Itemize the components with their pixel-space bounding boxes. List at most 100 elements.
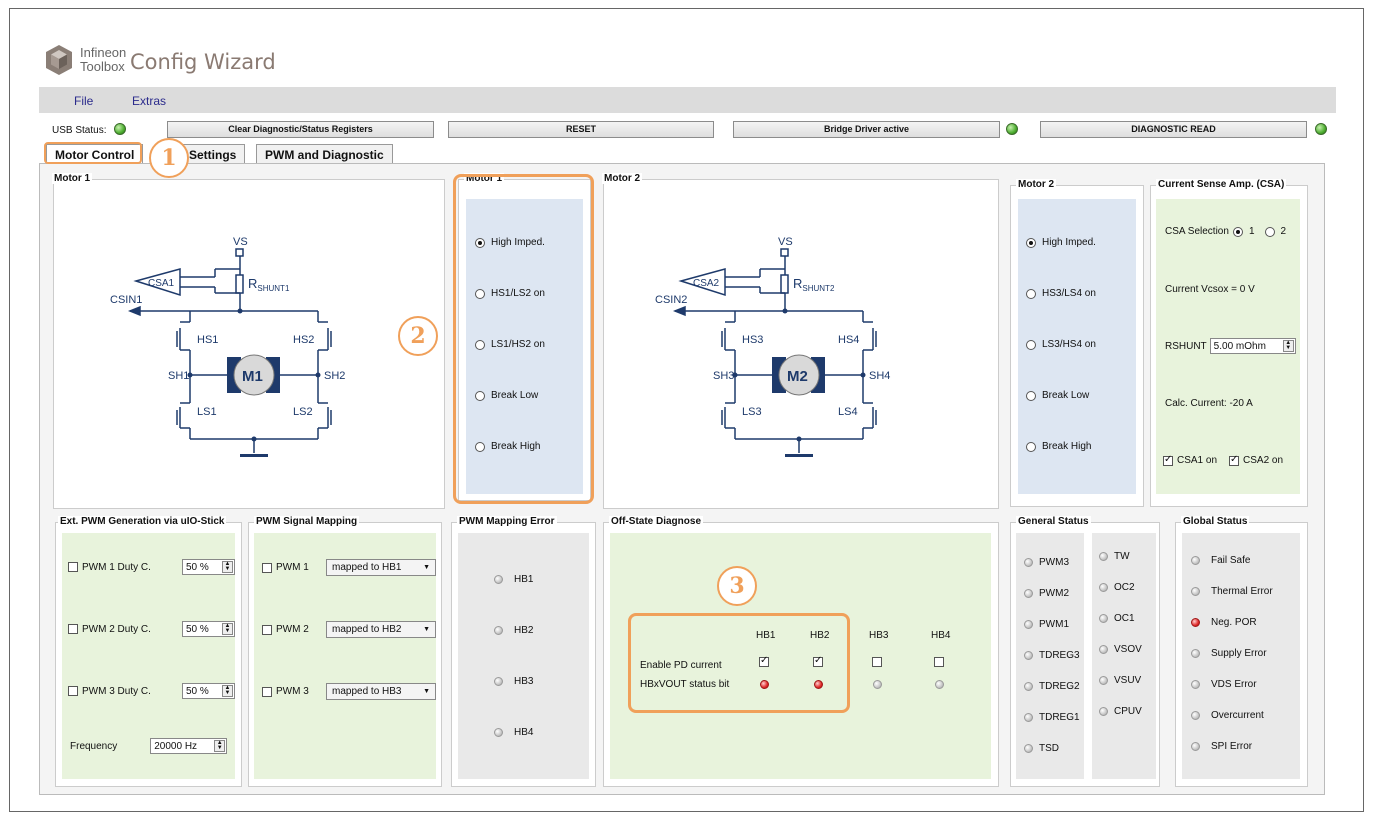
rshunt-stepper[interactable]: 5.00 mOhm ▲ ▼ bbox=[1209, 338, 1296, 354]
csa2-on-checkbox[interactable] bbox=[1229, 454, 1240, 466]
frequency-stepper[interactable]: 20000 Hz ▲ ▼ bbox=[150, 738, 228, 754]
general-status-item: TDREG2 bbox=[1024, 681, 1080, 692]
chevron-down-icon: ▼ bbox=[423, 564, 430, 571]
status-label: Thermal Error bbox=[1211, 586, 1273, 597]
rshunt-label: RSHUNT2 bbox=[793, 276, 835, 293]
pwm-mapping-label: PWM 3 bbox=[276, 686, 309, 697]
usb-status-label: USB Status: bbox=[52, 125, 107, 136]
mode-option[interactable]: Break High bbox=[1026, 441, 1091, 452]
status-label: OC1 bbox=[1114, 613, 1135, 624]
status-led bbox=[494, 626, 503, 635]
bridge-driver-led bbox=[1006, 123, 1018, 135]
general-status-item: TSD bbox=[1024, 743, 1059, 754]
status-label: Fail Safe bbox=[1211, 555, 1251, 566]
vs-label: VS bbox=[778, 236, 793, 248]
stepper-arrows-icon[interactable]: ▲ ▼ bbox=[1282, 340, 1294, 352]
status-label: TW bbox=[1114, 551, 1130, 562]
usb-status-led bbox=[114, 123, 126, 135]
group-title: General Status bbox=[1016, 516, 1091, 527]
motor-label: M1 bbox=[242, 368, 263, 385]
callout-3-highlight bbox=[628, 613, 850, 713]
stepper-arrows-icon[interactable]: ▲ ▼ bbox=[214, 740, 226, 752]
csin-label: CSIN1 bbox=[110, 294, 142, 306]
pwm-enable-checkbox[interactable] bbox=[68, 686, 78, 696]
pwm-duty-value: 50 % bbox=[186, 623, 209, 635]
status-label: OC2 bbox=[1114, 582, 1135, 593]
csa-selection-row: CSA Selection 1 2 bbox=[1165, 226, 1286, 237]
ls-left-label: LS1 bbox=[197, 406, 217, 418]
rshunt-label: RSHUNT1 bbox=[248, 276, 290, 293]
frequency-label: Frequency bbox=[70, 740, 118, 752]
group-title: Motor 2 bbox=[602, 173, 643, 184]
pwm-mapping-checkbox[interactable] bbox=[262, 624, 272, 635]
clear-registers-button[interactable]: Clear Diagnostic/Status Registers bbox=[167, 121, 434, 138]
status-label: TDREG2 bbox=[1039, 681, 1080, 692]
pwm-duty-label: PWM 2 Duty C. bbox=[82, 623, 151, 635]
status-led bbox=[1099, 583, 1108, 592]
frequency-value: 20000 Hz bbox=[154, 740, 198, 752]
pwm-duty-stepper[interactable]: 50 % ▲ ▼ bbox=[182, 559, 235, 575]
group-title: Current Sense Amp. (CSA) bbox=[1156, 179, 1287, 190]
hbxvout-status-led bbox=[935, 680, 944, 689]
menu-bar: File Extras bbox=[39, 87, 1336, 113]
pwm-duty-value: 50 % bbox=[186, 685, 209, 697]
bridge-driver-button[interactable]: Bridge Driver active bbox=[733, 121, 1000, 138]
group-title: Ext. PWM Generation via uIO-Stick bbox=[58, 516, 227, 527]
stepper-arrows-icon[interactable]: ▲ ▼ bbox=[222, 685, 233, 697]
reset-button[interactable]: RESET bbox=[448, 121, 714, 138]
group-title: PWM Mapping Error bbox=[457, 516, 557, 527]
status-label: TDREG3 bbox=[1039, 650, 1080, 661]
csa-option-1[interactable]: 1 bbox=[1232, 226, 1255, 237]
tab-pwm-diagnostic[interactable]: PWM and Diagnostic bbox=[256, 144, 393, 164]
menu-extras[interactable]: Extras bbox=[132, 94, 166, 108]
pwm-mapping-label: PWM 1 bbox=[276, 562, 309, 573]
hbxvout-status-led bbox=[873, 680, 882, 689]
csa-option-2[interactable]: 2 bbox=[1264, 226, 1287, 237]
diagnostic-read-button[interactable]: DIAGNOSTIC READ bbox=[1040, 121, 1307, 138]
global-status-item: Neg. POR bbox=[1191, 617, 1257, 628]
callout-2-marker: 2 bbox=[398, 316, 438, 356]
status-led bbox=[494, 677, 503, 686]
general-status-item: PWM1 bbox=[1024, 619, 1069, 630]
csa1-on-checkbox[interactable] bbox=[1163, 454, 1173, 466]
status-led bbox=[1191, 587, 1200, 596]
ls-right-label: LS4 bbox=[838, 406, 858, 418]
pwm-mapping-select[interactable]: mapped to HB3 ▼ bbox=[326, 683, 436, 700]
mode-option[interactable]: High Imped. bbox=[1026, 237, 1096, 248]
pwm-enable-checkbox[interactable] bbox=[68, 624, 78, 634]
radio-dot bbox=[1264, 226, 1275, 237]
pwm-mapping-checkbox[interactable] bbox=[262, 562, 272, 573]
mode-option[interactable]: Break Low bbox=[1026, 390, 1089, 401]
stepper-arrows-icon[interactable]: ▲ ▼ bbox=[222, 561, 233, 573]
pwm-duty-stepper[interactable]: 50 % ▲ ▼ bbox=[182, 621, 235, 637]
csa-option-2-label: 2 bbox=[1280, 226, 1287, 237]
status-label: Overcurrent bbox=[1211, 710, 1264, 721]
mode-option-label: Break High bbox=[1042, 441, 1092, 452]
global-status-item: VDS Error bbox=[1191, 679, 1257, 690]
pwm-mapping-label: PWM 2 bbox=[276, 624, 309, 635]
sh-left-label: SH3 bbox=[713, 370, 734, 382]
infineon-logo-icon bbox=[46, 45, 72, 75]
enable-pd-checkbox[interactable] bbox=[872, 657, 882, 667]
mode-option[interactable]: LS3/HS4 on bbox=[1026, 339, 1096, 350]
pwm-mapping-value: mapped to HB2 bbox=[332, 624, 402, 635]
pwm-mapping-checkbox[interactable] bbox=[262, 686, 272, 697]
status-led bbox=[1024, 713, 1033, 722]
pwm-mapping-select[interactable]: mapped to HB2 ▼ bbox=[326, 621, 436, 638]
pwm-mapping-select[interactable]: mapped to HB1 ▼ bbox=[326, 559, 436, 576]
mode-option[interactable]: HS3/LS4 on bbox=[1026, 288, 1096, 299]
enable-pd-checkbox[interactable] bbox=[934, 657, 944, 667]
menu-file[interactable]: File bbox=[74, 94, 93, 108]
pwm-enable-checkbox[interactable] bbox=[68, 562, 78, 572]
tab-settings[interactable]: Settings bbox=[180, 144, 246, 164]
callout-1-highlight bbox=[44, 142, 142, 164]
general-status-item: TW bbox=[1099, 551, 1130, 562]
general-status-item: VSUV bbox=[1099, 675, 1141, 686]
stepper-arrows-icon[interactable]: ▲ ▼ bbox=[222, 623, 233, 635]
mode-option-label: Break Low bbox=[1042, 390, 1090, 401]
callout-3-marker: 3 bbox=[717, 566, 757, 606]
pwm-error-label: HB1 bbox=[514, 574, 534, 585]
general-status-item: CPUV bbox=[1099, 706, 1142, 717]
pwm-duty-stepper[interactable]: 50 % ▲ ▼ bbox=[182, 683, 235, 699]
status-label: PWM3 bbox=[1039, 557, 1069, 568]
